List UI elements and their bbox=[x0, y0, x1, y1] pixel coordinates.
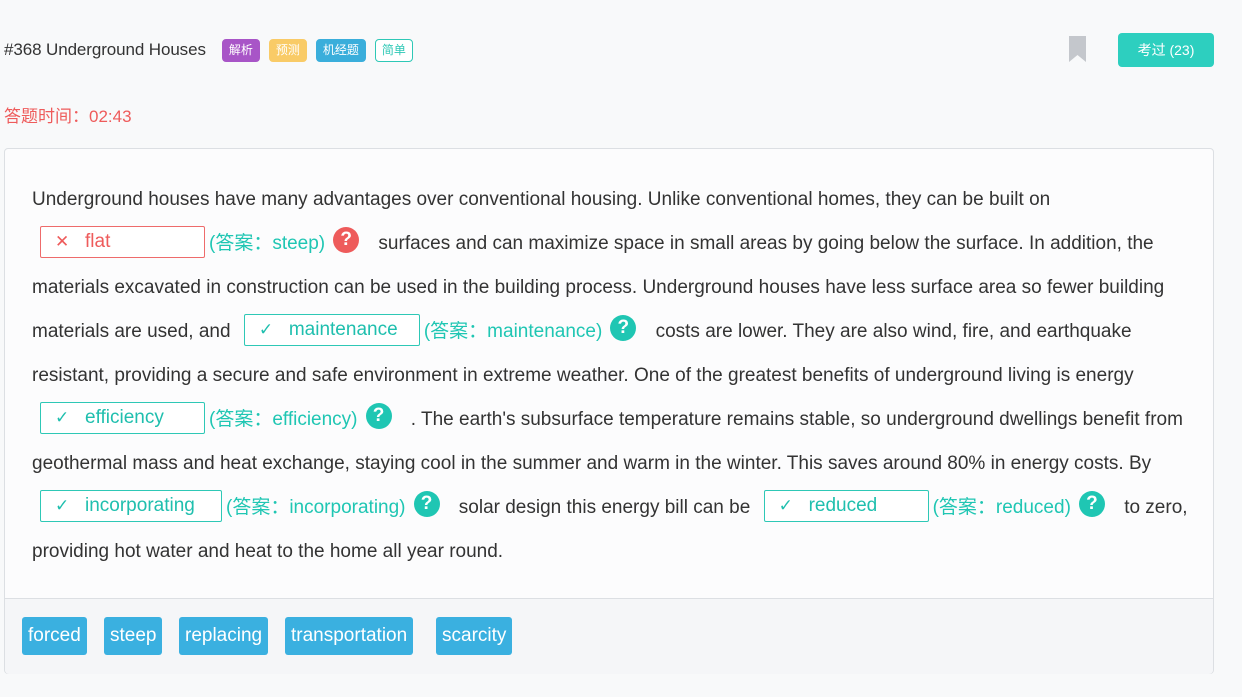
check-icon: ✓ bbox=[258, 319, 274, 339]
blank-1[interactable]: ✕ flat bbox=[40, 225, 205, 258]
correct-answer: (答案：reduced) bbox=[932, 497, 1071, 518]
check-icon: ✓ bbox=[778, 495, 793, 515]
blank-3[interactable]: ✓ efficiency bbox=[40, 401, 205, 434]
correct-answer: (答案：steep) bbox=[209, 233, 326, 254]
tag-analysis[interactable]: 解析 bbox=[221, 38, 260, 62]
blank-value: flat bbox=[85, 230, 111, 252]
passage-text: solar design this energy bill can be bbox=[458, 497, 751, 518]
correct-answer: (答案：incorporating) bbox=[226, 497, 406, 518]
question-card: Underground houses have many advantages … bbox=[4, 148, 1214, 674]
word-option[interactable]: scarcity bbox=[436, 617, 513, 655]
question-circle-icon[interactable]: ? bbox=[365, 402, 392, 429]
word-option[interactable]: replacing bbox=[179, 617, 269, 655]
correct-answer: (答案：maintenance) bbox=[423, 321, 603, 342]
blank-value: efficiency bbox=[85, 406, 164, 428]
tag-difficulty[interactable]: 简单 bbox=[374, 38, 413, 62]
passage-text: Underground houses have many advantages … bbox=[32, 189, 1051, 210]
blank-4[interactable]: ✓ incorporating bbox=[40, 489, 222, 522]
passage: Underground houses have many advantages … bbox=[32, 178, 1192, 574]
question-header: #368 Underground Houses 解析 预测 机经题 简单 bbox=[4, 36, 422, 64]
question-circle-icon[interactable]: ? bbox=[1078, 490, 1105, 517]
word-option[interactable]: transportation bbox=[285, 617, 414, 655]
check-icon: ✓ bbox=[55, 495, 70, 515]
tag-machine-exam[interactable]: 机经题 bbox=[315, 38, 366, 62]
question-circle-icon[interactable]: ? bbox=[333, 226, 360, 253]
blank-value: reduced bbox=[808, 494, 878, 516]
blank-2[interactable]: ✓ maintenance bbox=[243, 313, 420, 346]
blank-value: maintenance bbox=[288, 318, 398, 340]
word-option[interactable]: steep bbox=[104, 617, 163, 655]
bookmark-icon[interactable] bbox=[1069, 36, 1086, 62]
passed-count-button[interactable]: 考过 (23) bbox=[1118, 33, 1214, 67]
tag-predict[interactable]: 预测 bbox=[268, 38, 307, 62]
question-title: #368 Underground Houses bbox=[4, 40, 206, 59]
question-circle-icon[interactable]: ? bbox=[413, 490, 440, 517]
correct-answer: (答案：efficiency) bbox=[209, 409, 358, 430]
blank-value: incorporating bbox=[85, 494, 195, 516]
word-bank: forced steep replacing transportation sc… bbox=[5, 598, 1213, 674]
check-icon: ✓ bbox=[55, 407, 70, 427]
answer-timer: 答题时间：02:43 bbox=[4, 107, 132, 126]
word-option[interactable]: forced bbox=[22, 617, 87, 655]
blank-5[interactable]: ✓ reduced bbox=[763, 489, 929, 522]
cross-icon: ✕ bbox=[55, 231, 70, 251]
question-circle-icon[interactable]: ? bbox=[610, 314, 637, 341]
